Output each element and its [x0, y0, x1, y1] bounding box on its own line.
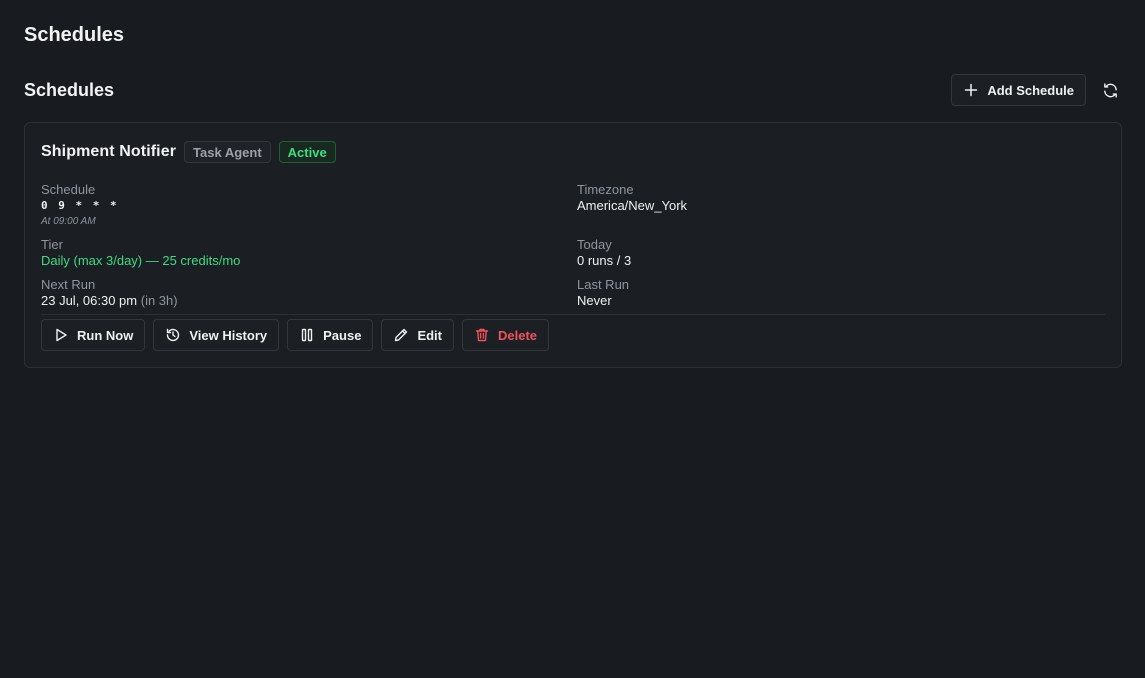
refresh-button[interactable] [1098, 78, 1122, 102]
play-icon [56, 328, 67, 342]
today-field: Today 0 runs / 3 [577, 237, 631, 269]
next-run-field: Next Run 23 Jul, 06:30 pm (in 3h) [41, 277, 178, 309]
section-header: Schedules Add Schedule [24, 74, 1122, 106]
schedule-label: Schedule [41, 182, 96, 197]
add-schedule-button[interactable]: Add Schedule [951, 74, 1086, 106]
schedule-name: Shipment Notifier [41, 143, 177, 160]
delete-label: Delete [498, 327, 538, 343]
today-value: 0 runs / 3 [577, 253, 632, 268]
next-run-relative: (in 3h) [140, 293, 178, 308]
today-label: Today [577, 237, 612, 252]
tier-label: Tier [41, 237, 63, 252]
history-icon [167, 328, 180, 342]
tier-field: Tier Daily (max 3/day) — 25 credits/mo [41, 237, 240, 269]
pause-button[interactable]: Pause [287, 319, 374, 351]
cron-hint: At 09:00 AM [41, 216, 96, 227]
pause-label: Pause [323, 327, 362, 343]
schedule-details: Schedule 0 9 * * * At 09:00 AM Timezone … [41, 176, 1105, 316]
schedules-page: Schedules Schedules Add Schedule Shipmen… [0, 0, 1145, 678]
delete-button[interactable]: Delete [462, 319, 550, 351]
page-title: Schedules [24, 24, 125, 46]
last-run-field: Last Run Never [577, 277, 629, 309]
run-now-button[interactable]: Run Now [41, 319, 146, 351]
timezone-field: Timezone America/New_York [577, 182, 687, 214]
status-badge: Active [278, 141, 336, 163]
pause-icon [301, 328, 313, 342]
next-run-time: 23 Jul, 06:30 pm [41, 293, 138, 308]
edit-button[interactable]: Edit [381, 319, 454, 351]
view-history-label: View History [189, 327, 268, 343]
last-run-value: Never [577, 293, 612, 308]
run-now-label: Run Now [77, 327, 134, 343]
edit-label: Edit [417, 327, 442, 343]
add-schedule-label: Add Schedule [987, 82, 1074, 98]
pencil-icon [395, 328, 408, 342]
header-actions: Add Schedule [951, 74, 1122, 106]
next-run-label: Next Run [41, 277, 96, 292]
schedule-field: Schedule 0 9 * * * At 09:00 AM [41, 182, 119, 230]
last-run-label: Last Run [577, 277, 630, 292]
refresh-icon [1103, 82, 1117, 98]
tier-value: Daily (max 3/day) — 25 credits/mo [41, 253, 241, 268]
plus-icon [965, 83, 978, 97]
schedule-card-header: Shipment Notifier Task Agent Active [41, 140, 1105, 164]
type-badge: Task Agent [184, 141, 271, 163]
card-divider [41, 314, 1105, 315]
schedule-actions: Run Now View History Pause Edit Delete [41, 319, 550, 351]
section-title: Schedules [24, 79, 115, 100]
cron-expression: 0 9 * * * [41, 199, 119, 212]
schedule-card: Shipment Notifier Task Agent Active Sche… [24, 122, 1122, 368]
timezone-value: America/New_York [577, 198, 688, 213]
view-history-button[interactable]: View History [153, 319, 280, 351]
trash-icon [475, 328, 489, 342]
next-run-value: 23 Jul, 06:30 pm (in 3h) [41, 293, 178, 309]
timezone-label: Timezone [577, 182, 634, 197]
